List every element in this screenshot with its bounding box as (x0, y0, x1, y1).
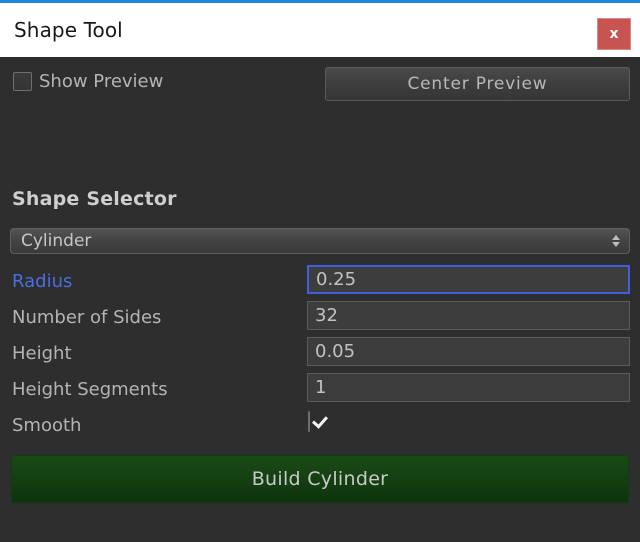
checkbox-icon-smooth[interactable] (308, 411, 310, 432)
field-label-radius: Radius (12, 271, 73, 292)
title-bar: Shape Tool x (0, 0, 640, 57)
tool-body: Show Preview Center Preview Shape Select… (0, 57, 640, 542)
page-title: Shape Tool (14, 18, 123, 42)
checkbox-icon-show-preview[interactable] (13, 72, 32, 91)
field-row-height-segments: Height Segments (0, 372, 640, 408)
field-label-height: Height (12, 343, 72, 364)
parameter-fields: Radius Number of Sides Height Height Seg… (0, 264, 640, 444)
radius-input[interactable] (307, 265, 630, 294)
build-shape-button[interactable]: Build Cylinder (11, 455, 629, 503)
field-row-height: Height (0, 336, 640, 372)
shape-selector-heading: Shape Selector (12, 188, 177, 210)
show-preview-toggle[interactable]: Show Preview (13, 71, 163, 92)
shape-selector-value: Cylinder (21, 231, 92, 251)
height-input[interactable] (307, 337, 630, 366)
field-row-radius: Radius (0, 264, 640, 300)
field-label-smooth: Smooth (12, 415, 82, 436)
field-row-smooth: Smooth (0, 408, 640, 444)
center-preview-button[interactable]: Center Preview (325, 67, 630, 101)
shape-selector-dropdown[interactable]: Cylinder (10, 228, 630, 254)
smooth-toggle[interactable] (308, 411, 310, 432)
field-row-number-of-sides: Number of Sides (0, 300, 640, 336)
show-preview-label: Show Preview (39, 71, 164, 92)
number-of-sides-input[interactable] (307, 301, 630, 330)
close-icon[interactable]: x (597, 18, 631, 50)
field-label-height-segments: Height Segments (12, 379, 168, 400)
shape-tool-window: Shape Tool x Show Preview Center Preview… (0, 0, 640, 542)
preview-toolbar: Show Preview Center Preview (0, 67, 640, 101)
field-label-number-of-sides: Number of Sides (12, 307, 162, 328)
height-segments-input[interactable] (307, 373, 630, 402)
chevron-updown-icon (612, 235, 620, 247)
